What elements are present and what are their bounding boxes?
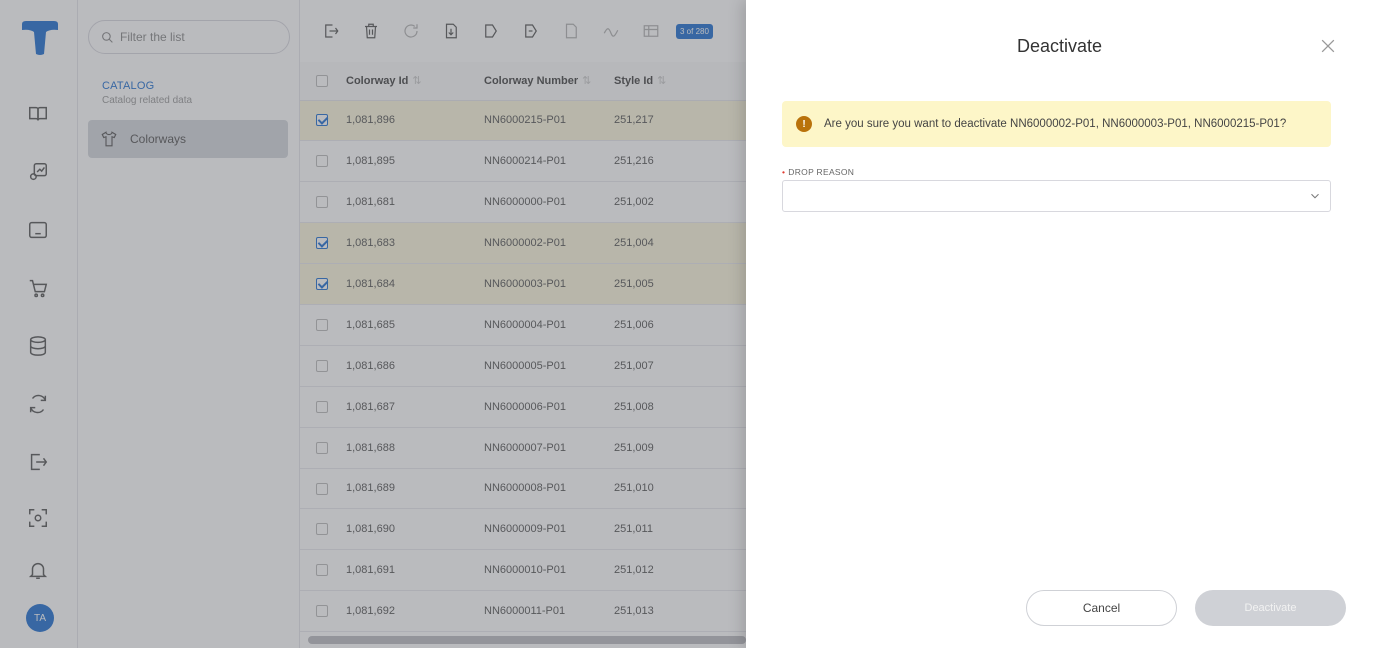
modal-overlay[interactable] <box>0 0 746 648</box>
drop-reason-select[interactable] <box>782 180 1331 212</box>
cancel-button[interactable]: Cancel <box>1026 590 1177 626</box>
warning-banner: ! Are you sure you want to deactivate NN… <box>782 101 1331 147</box>
close-icon[interactable] <box>1318 36 1338 56</box>
deactivate-dialog: Deactivate ! Are you sure you want to de… <box>746 0 1373 648</box>
info-icon: ! <box>796 116 812 132</box>
drop-reason-label: • DROP REASON <box>782 167 855 177</box>
chevron-down-icon <box>1311 193 1319 199</box>
dialog-title: Deactivate <box>1016 36 1103 56</box>
deactivate-button[interactable]: Deactivate <box>1195 590 1346 626</box>
warning-text: Are you sure you want to deactivate NN60… <box>824 118 1287 130</box>
required-marker: • <box>782 167 786 177</box>
